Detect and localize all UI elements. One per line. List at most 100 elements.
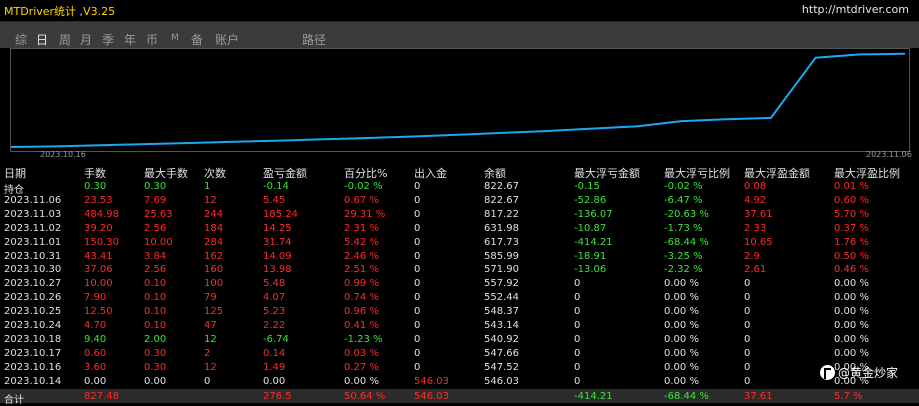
column-header[interactable]: 最大浮亏金额	[574, 165, 640, 181]
table-row: 2023.10.3143.413.8416214.092.46 %0585.99…	[0, 251, 919, 265]
column-header[interactable]: 百分比%	[344, 165, 387, 181]
column-header[interactable]: 出入金	[414, 165, 447, 181]
table-cell: -10.87	[574, 223, 606, 234]
tab-8[interactable]: 备	[191, 31, 203, 48]
table-cell: 2023.10.27	[4, 278, 61, 289]
table-cell: -6.74	[263, 334, 289, 345]
tab-3[interactable]: 月	[80, 31, 92, 48]
table-cell: 47	[204, 320, 217, 331]
table-cell: 2.51 %	[344, 264, 379, 275]
table-cell: 0.37 %	[834, 223, 869, 234]
table-cell: 162	[204, 251, 223, 262]
watermark-logo-icon	[820, 365, 835, 380]
table-cell: 125	[204, 306, 223, 317]
table-cell: -18.91	[574, 251, 606, 262]
table-cell: 0	[414, 181, 420, 192]
table-row: 2023.10.2710.000.101005.480.99 %0557.920…	[0, 278, 919, 292]
table-cell: -136.07	[574, 209, 613, 220]
table-cell: -0.15	[574, 181, 600, 192]
table-cell: 13.98	[263, 264, 292, 275]
table-cell: 0	[414, 362, 420, 373]
table-cell: 2023.10.25	[4, 306, 61, 317]
table-cell: 2.9	[744, 251, 760, 262]
column-header[interactable]: 手数	[84, 165, 106, 181]
table-cell: 2023.10.24	[4, 320, 61, 331]
table-row: 2023.10.140.000.0000.000.00 %546.03546.0…	[0, 376, 919, 390]
table-cell: 244	[204, 209, 223, 220]
website-link[interactable]: http://mtdriver.com	[802, 3, 909, 16]
table-cell: 0.50 %	[834, 251, 869, 262]
table-cell: 25.63	[144, 209, 173, 220]
table-cell: 0.00 %	[834, 278, 869, 289]
table-cell: 0	[744, 278, 750, 289]
table-cell: 5.48	[263, 278, 285, 289]
table-cell: 43.41	[84, 251, 113, 262]
table-cell: 0	[574, 292, 580, 303]
table-cell: 0.27 %	[344, 362, 379, 373]
table-cell: 2023.10.30	[4, 264, 61, 275]
table-cell: 4.70	[84, 320, 106, 331]
tab-4[interactable]: 季	[102, 31, 114, 48]
tab-1[interactable]: 日	[36, 31, 48, 48]
watermark: @黄金炒家	[820, 364, 898, 381]
tab-5[interactable]: 年	[124, 31, 136, 48]
total-cell: 合计	[4, 391, 24, 406]
table-cell: 0	[414, 209, 420, 220]
table-cell: 0	[744, 334, 750, 345]
table-cell: 0.46 %	[834, 264, 869, 275]
table-cell: 0	[204, 376, 210, 387]
table-cell: 2.00	[144, 334, 166, 345]
table-cell: 2023.11.06	[4, 195, 61, 206]
column-header[interactable]: 日期	[4, 165, 26, 181]
table-cell: 0.60 %	[834, 195, 869, 206]
column-header[interactable]: 最大手数	[144, 165, 188, 181]
table-cell: 0.00	[263, 376, 285, 387]
column-header[interactable]: 余额	[484, 165, 506, 181]
table-cell: 10.00	[84, 278, 113, 289]
table-cell: 2023.10.17	[4, 348, 61, 359]
table-cell: 0	[414, 264, 420, 275]
table-cell: 0.00 %	[834, 334, 869, 345]
table-cell: 822.67	[484, 181, 519, 192]
table-cell: 0.00 %	[664, 348, 699, 359]
table-cell: 0	[574, 306, 580, 317]
column-header[interactable]: 最大浮盈金额	[744, 165, 810, 181]
tab-10[interactable]: 路径	[302, 31, 326, 48]
title-bar: MTDriver统计 ,V3.25 http://mtdriver.com	[0, 0, 919, 22]
table-cell: 0	[574, 362, 580, 373]
table-row: 2023.11.03484.9825.63244185.2429.31 %081…	[0, 209, 919, 223]
table-cell: 2.33	[744, 223, 766, 234]
table-cell: 617.73	[484, 237, 519, 248]
table-cell: 2023.10.31	[4, 251, 61, 262]
table-cell: -68.44 %	[664, 237, 709, 248]
table-cell: 2.46 %	[344, 251, 379, 262]
column-header[interactable]: 盈亏金额	[263, 165, 307, 181]
table-cell: 0.00 %	[834, 348, 869, 359]
tab-0[interactable]: 综	[15, 31, 27, 48]
table-cell: 2.56	[144, 264, 166, 275]
table-cell: 2023.10.18	[4, 334, 61, 345]
column-header[interactable]: 次数	[204, 165, 226, 181]
tab-7[interactable]: M	[171, 33, 179, 43]
tab-6[interactable]: 币	[146, 31, 158, 48]
table-cell: 37.06	[84, 264, 113, 275]
table-cell: 2023.10.26	[4, 292, 61, 303]
table-cell: 0.60	[84, 348, 106, 359]
table-cell: 1.49	[263, 362, 285, 373]
table-cell: 0	[414, 334, 420, 345]
table-cell: 39.20	[84, 223, 113, 234]
table-cell: 14.25	[263, 223, 292, 234]
table-cell: 0	[744, 292, 750, 303]
table-cell: 0.00 %	[664, 320, 699, 331]
table-cell: 5.42 %	[344, 237, 379, 248]
position-row: 持仓0.300.301-0.14-0.02 %0822.67-0.15-0.02…	[0, 181, 919, 195]
table-cell: 0.00 %	[834, 320, 869, 331]
column-header[interactable]: 最大浮亏比例	[664, 165, 730, 181]
table-cell: 1.76 %	[834, 237, 869, 248]
table-cell: 0	[414, 195, 420, 206]
tab-9[interactable]: 账户	[215, 31, 239, 48]
table-row: 2023.10.189.402.0012-6.74-1.23 %0540.920…	[0, 334, 919, 348]
tab-2[interactable]: 周	[59, 31, 71, 48]
column-header[interactable]: 最大浮盈比例	[834, 165, 900, 181]
table-row: 2023.10.3037.062.5616013.982.51 %0571.90…	[0, 264, 919, 278]
